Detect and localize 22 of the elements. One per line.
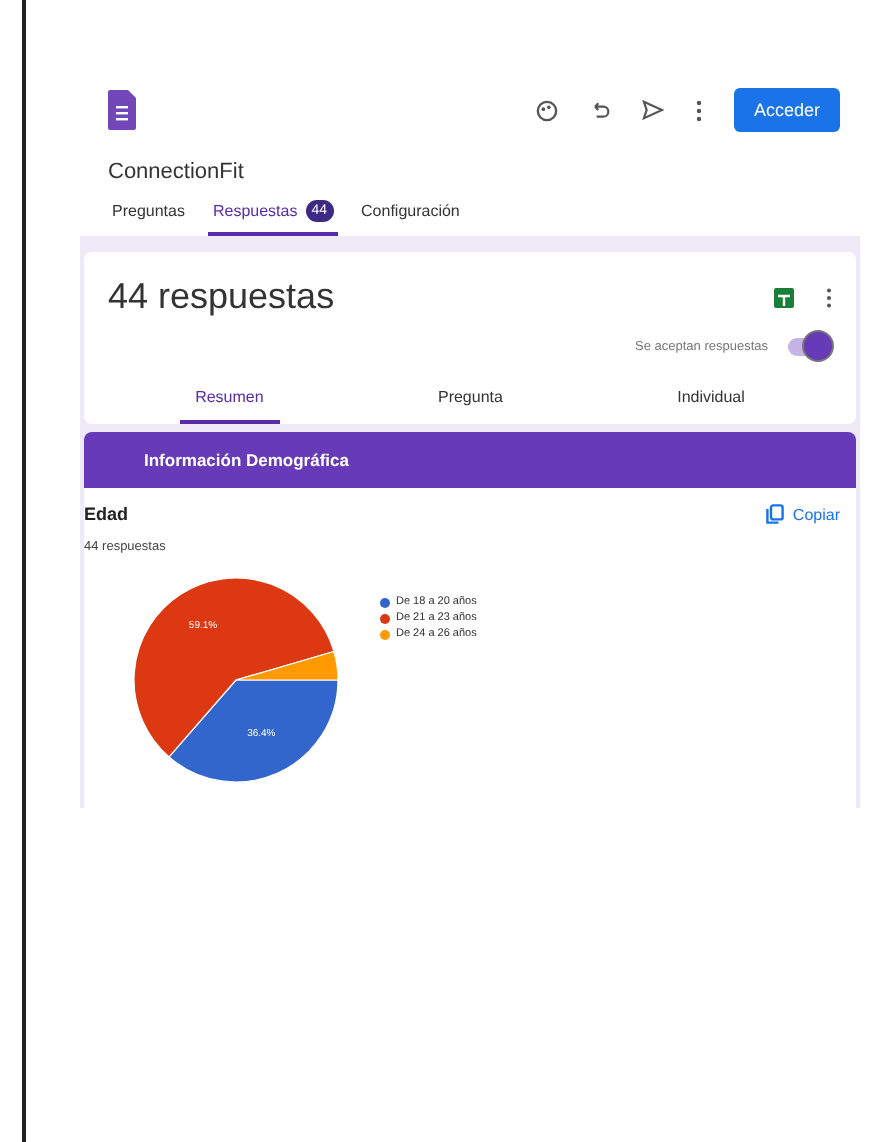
more-icon[interactable] [826,287,832,307]
view-tab[interactable]: Resumen [179,380,280,424]
response-count: 44 respuestas [108,276,337,318]
section-header: Información Demográfica [84,432,856,488]
legend-dot [380,597,390,607]
tab[interactable]: Configuración [357,192,464,236]
send-icon[interactable] [641,100,664,120]
view-tab[interactable]: Pregunta [421,380,519,424]
spreadsheet-icon[interactable] [774,287,794,307]
copy-button[interactable]: Copiar [766,504,840,524]
legend-dot [380,613,390,623]
undo-icon[interactable] [589,100,610,120]
forms-logo-icon[interactable] [108,90,136,130]
tab-label: Respuestas [212,202,298,220]
sign-in-button[interactable]: Acceder [733,88,840,132]
view-tab[interactable]: Individual [661,380,761,424]
legend-dot [380,629,390,639]
form-title: ConnectionFit [106,158,246,184]
more-icon[interactable] [695,99,702,121]
copy-icon [766,504,785,524]
tab[interactable]: Preguntas [108,192,189,236]
question-title: Edad [84,504,131,524]
